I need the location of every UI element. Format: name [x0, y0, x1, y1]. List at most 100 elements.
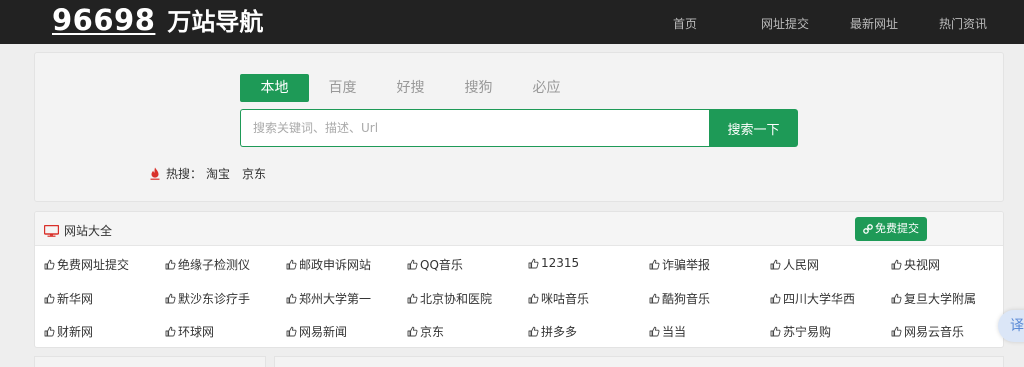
- site-link-label: 咪咕音乐: [541, 292, 590, 306]
- hot-link-taobao[interactable]: 淘宝: [206, 165, 230, 182]
- search-input[interactable]: [240, 109, 709, 147]
- site-link[interactable]: 央视网: [891, 256, 940, 273]
- site-link-label: 免费网址提交: [57, 258, 130, 272]
- site-link[interactable]: 四川大学华西: [770, 290, 855, 307]
- site-link[interactable]: 京东: [407, 323, 444, 340]
- site-link-label: 财新网: [57, 325, 94, 339]
- site-link[interactable]: 拼多多: [528, 323, 577, 340]
- sites-title: 网站大全: [43, 222, 113, 239]
- site-link-label: 四川大学华西: [783, 292, 856, 306]
- tab-baidu[interactable]: 百度: [315, 74, 370, 102]
- hot-search-label: 热搜：: [166, 167, 203, 181]
- thumbs-up-icon: [770, 259, 781, 270]
- site-link-label: 北京协和医院: [420, 292, 493, 306]
- thumbs-up-icon: [286, 293, 297, 304]
- free-submit-label: 免费提交: [875, 222, 919, 235]
- nav-item-home[interactable]: 首页: [673, 15, 697, 32]
- thumbs-up-icon: [891, 259, 902, 270]
- site-link-label: 当当: [662, 325, 687, 339]
- thumbs-up-icon: [770, 326, 781, 337]
- site-link[interactable]: 复旦大学附属: [891, 290, 976, 307]
- thumbs-up-icon: [44, 259, 55, 270]
- site-link-label: 诈骗举报: [662, 258, 711, 272]
- search-button[interactable]: 搜索一下: [709, 109, 798, 147]
- site-link[interactable]: QQ音乐: [407, 256, 463, 273]
- bottom-panel-right: [274, 356, 1004, 367]
- thumbs-up-icon: [891, 326, 902, 337]
- thumbs-up-icon: [286, 326, 297, 337]
- thumbs-up-icon: [165, 326, 176, 337]
- site-link[interactable]: 诈骗举报: [649, 256, 710, 273]
- site-link-label: QQ音乐: [420, 258, 463, 272]
- thumbs-up-icon: [528, 293, 539, 304]
- site-link[interactable]: 网易云音乐: [891, 323, 964, 340]
- sites-title-label: 网站大全: [64, 224, 113, 238]
- site-link-label: 苏宁易购: [783, 325, 832, 339]
- tab-local[interactable]: 本地: [240, 74, 309, 102]
- site-link-label: 央视网: [904, 258, 941, 272]
- site-link[interactable]: 12315: [528, 256, 579, 270]
- top-navigation-bar: 96698 万站导航 首页 网址提交 最新网址 热门资讯: [0, 0, 1024, 44]
- search-panel: 本地 百度 好搜 搜狗 必应 搜索一下 热搜： 淘宝 京东: [34, 52, 1004, 202]
- site-link[interactable]: 咪咕音乐: [528, 290, 589, 307]
- site-link[interactable]: 人民网: [770, 256, 819, 273]
- translate-button[interactable]: 译: [998, 310, 1024, 342]
- logo-text: 万站导航: [167, 8, 264, 36]
- thumbs-up-icon: [165, 293, 176, 304]
- site-link[interactable]: 网易新闻: [286, 323, 347, 340]
- site-link[interactable]: 绝缘子检测仪: [165, 256, 250, 273]
- site-link-label: 复旦大学附属: [904, 292, 977, 306]
- nav-item-latest-sites[interactable]: 最新网址: [850, 15, 898, 32]
- site-link[interactable]: 新华网: [44, 290, 93, 307]
- site-link[interactable]: 郑州大学第一: [286, 290, 371, 307]
- tab-sogou[interactable]: 搜狗: [451, 74, 506, 102]
- tab-haosou[interactable]: 好搜: [383, 74, 438, 102]
- site-link[interactable]: 酷狗音乐: [649, 290, 710, 307]
- flame-icon: [150, 167, 160, 180]
- site-link-label: 网易新闻: [299, 325, 348, 339]
- thumbs-up-icon: [286, 259, 297, 270]
- sites-header: 网站大全 免费提交: [35, 212, 1003, 246]
- site-link[interactable]: 免费网址提交: [44, 256, 129, 273]
- site-link-label: 12315: [541, 256, 580, 270]
- site-link-label: 环球网: [178, 325, 215, 339]
- site-link[interactable]: 苏宁易购: [770, 323, 831, 340]
- site-link-label: 酷狗音乐: [662, 292, 711, 306]
- site-link[interactable]: 北京协和医院: [407, 290, 492, 307]
- site-link-label: 默沙东诊疗手: [178, 292, 251, 306]
- site-link-label: 郑州大学第一: [299, 292, 372, 306]
- logo-number: 96698: [52, 3, 156, 37]
- thumbs-up-icon: [407, 293, 418, 304]
- thumbs-up-icon: [770, 293, 781, 304]
- nav-item-submit-url[interactable]: 网址提交: [761, 15, 809, 32]
- thumbs-up-icon: [649, 326, 660, 337]
- site-link-label: 网易云音乐: [904, 325, 965, 339]
- site-logo[interactable]: 96698 万站导航: [52, 2, 263, 42]
- free-submit-button[interactable]: 免费提交: [855, 217, 927, 241]
- thumbs-up-icon: [407, 259, 418, 270]
- site-link-label: 新华网: [57, 292, 94, 306]
- thumbs-up-icon: [44, 326, 55, 337]
- thumbs-up-icon: [407, 326, 418, 337]
- hot-search: 热搜： 淘宝 京东: [150, 165, 266, 182]
- bottom-panel-left: [34, 356, 266, 367]
- site-link-label: 京东: [420, 325, 445, 339]
- site-link[interactable]: 当当: [649, 323, 686, 340]
- thumbs-up-icon: [528, 258, 539, 268]
- tab-bing[interactable]: 必应: [519, 74, 574, 102]
- thumbs-up-icon: [44, 293, 55, 304]
- sites-directory-panel: 网站大全 免费提交 免费网址提交 绝缘子检测仪 邮政申诉网站 QQ音乐 12315 诈骗举…: [34, 211, 1004, 348]
- site-link[interactable]: 默沙东诊疗手: [165, 290, 250, 307]
- site-link-label: 绝缘子检测仪: [178, 258, 251, 272]
- thumbs-up-icon: [528, 326, 539, 337]
- thumbs-up-icon: [649, 259, 660, 270]
- site-link[interactable]: 邮政申诉网站: [286, 256, 371, 273]
- site-link[interactable]: 财新网: [44, 323, 93, 340]
- thumbs-up-icon: [165, 259, 176, 270]
- thumbs-up-icon: [891, 293, 902, 304]
- link-icon: [863, 224, 873, 234]
- site-link[interactable]: 环球网: [165, 323, 214, 340]
- hot-link-jd[interactable]: 京东: [242, 165, 266, 182]
- nav-item-hot-news[interactable]: 热门资讯: [939, 15, 987, 32]
- monitor-icon: [43, 224, 60, 237]
